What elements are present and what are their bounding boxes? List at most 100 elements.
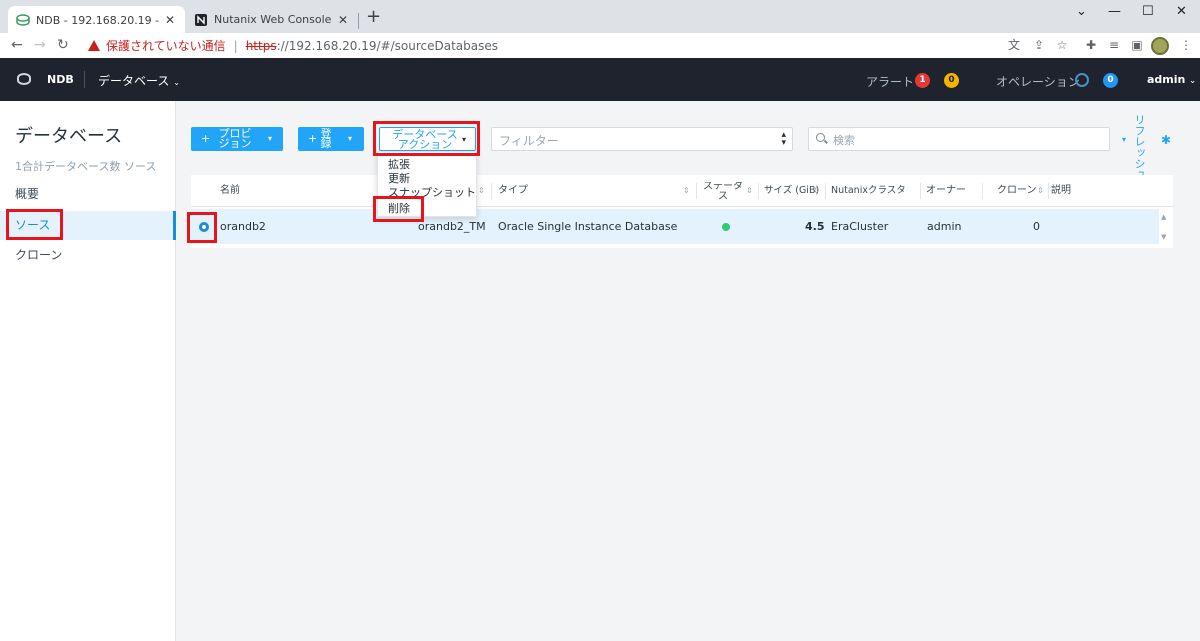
refresh-button[interactable]: リフレッシュ (1125, 114, 1146, 180)
tab-title: NDB - 192.168.20.19 - データベース (36, 13, 163, 27)
sidebar-item-overview[interactable]: 概要 (0, 180, 176, 209)
tab-title: Nutanix Web Console (214, 13, 332, 26)
column-header-type[interactable]: タイプ (498, 175, 528, 207)
annotation-delete (373, 196, 424, 222)
close-tab-icon[interactable]: ✕ (163, 13, 177, 27)
cell-name[interactable]: orandb2 (220, 209, 266, 244)
alerts-warning-badge[interactable]: 0 (944, 73, 959, 88)
left-sidebar: データベース 1合計データベース数 ソース 概要 ソース クローン (0, 101, 176, 641)
sort-icon: ⇕ (1037, 186, 1044, 195)
nutanix-favicon-icon (195, 13, 207, 26)
filter-placeholder: フィルター (499, 134, 559, 148)
search-input[interactable]: 検索 (808, 127, 1110, 151)
close-tab-icon[interactable]: ✕ (336, 13, 350, 27)
search-placeholder: 検索 (833, 134, 855, 147)
cell-type: Oracle Single Instance Database (498, 220, 678, 233)
translate-icon[interactable]: 文 (1006, 37, 1022, 53)
profile-avatar[interactable] (1151, 37, 1169, 55)
column-divider (1048, 183, 1049, 199)
browser-menu-icon[interactable]: ⋮ (1178, 37, 1194, 53)
column-header-size[interactable]: サイズ (GiB) (764, 175, 819, 207)
column-label: サイズ (GiB) (764, 185, 820, 196)
provision-button[interactable]: + プロビジョン ▾ (191, 127, 283, 151)
column-divider (825, 183, 826, 199)
column-label: タイプ (498, 185, 528, 196)
database-menu[interactable]: データベース ⌄ (98, 72, 180, 89)
operations-badge[interactable]: 0 (1103, 73, 1118, 88)
table-row[interactable]: orandb2 orandb2_TM Oracle Single Instanc… (191, 209, 1159, 244)
ndb-logo-icon (17, 73, 31, 85)
caret-down-icon: ▾ (268, 134, 273, 143)
filter-select[interactable]: フィルター ▴ ▾ (491, 127, 793, 151)
column-header-name[interactable]: 名前 (220, 175, 240, 207)
side-panel-icon[interactable]: ▣ (1129, 37, 1145, 53)
menu-item-extend[interactable]: 拡張 (388, 158, 410, 171)
reading-list-icon[interactable]: ≡ (1106, 37, 1122, 53)
column-header-cluster[interactable]: Nutanixクラスタ (831, 175, 906, 207)
sidebar-item-clones[interactable]: クローン (0, 241, 176, 270)
column-divider (982, 183, 983, 199)
warning-icon (88, 40, 100, 51)
browser-tab-nutanix[interactable]: Nutanix Web Console ✕ (186, 6, 358, 33)
database-count: 1合計データベース数 ソース (15, 160, 157, 173)
address-bar[interactable]: 保護されていない通信 | https://192.168.20.19/#/sou… (80, 34, 1000, 57)
column-label: オーナー (926, 185, 966, 196)
plus-icon: + (201, 132, 211, 145)
close-window-icon[interactable]: ✕ (1176, 4, 1187, 19)
sort-icon: ⇕ (478, 186, 485, 195)
tab-divider (358, 13, 359, 29)
column-divider (920, 183, 921, 199)
scroll-up-icon[interactable]: ▲ (1161, 213, 1166, 221)
cell-clones: 0 (1033, 220, 1040, 233)
databases-table: 名前 ⇕ タイプ ⇕ ステータス ⇕ サイズ (GiB) ⇕ Nutanixクラ… (191, 175, 1173, 248)
column-divider (696, 183, 697, 199)
browser-tab-ndb[interactable]: NDB - 192.168.20.19 - データベース ✕ (8, 6, 185, 33)
column-label: クローン (997, 185, 1037, 196)
column-divider (491, 183, 492, 199)
column-header-clones[interactable]: クローン (997, 175, 1037, 207)
select-arrows-icon: ▴ ▾ (781, 130, 786, 148)
gear-icon[interactable]: ✱ (1161, 133, 1171, 147)
app-header: NDB データベース ⌄ アラート 1 0 オペレーション 0 admin ⌄ (0, 58, 1200, 101)
browser-tab-strip: NDB - 192.168.20.19 - データベース ✕ Nutanix W… (0, 0, 1200, 33)
alerts-label[interactable]: アラート (866, 73, 914, 90)
sort-icon: ⇕ (746, 186, 753, 195)
cell-cluster: EraCluster (831, 220, 889, 233)
forward-icon[interactable]: → (34, 37, 46, 53)
share-icon[interactable]: ⇪ (1031, 37, 1047, 53)
maximize-icon[interactable]: ☐ (1142, 4, 1154, 19)
menu-item-update[interactable]: 更新 (388, 172, 410, 185)
cell-size: 4.5 (805, 220, 825, 233)
new-tab-icon[interactable]: + (366, 8, 381, 26)
scroll-down-icon[interactable]: ▼ (1161, 233, 1166, 241)
column-header-description[interactable]: 説明 (1051, 175, 1071, 207)
annotation-db-actions (373, 121, 480, 156)
operations-progress-icon (1075, 73, 1089, 87)
status-online-indicator (722, 223, 730, 231)
annotation-sources (6, 209, 63, 240)
reload-icon[interactable]: ↻ (57, 37, 69, 53)
back-icon[interactable]: ← (11, 37, 23, 53)
sidebar-title: データベース (15, 126, 123, 147)
table-header: 名前 ⇕ タイプ ⇕ ステータス ⇕ サイズ (GiB) ⇕ Nutanixクラ… (191, 175, 1173, 207)
annotation-row-select (187, 212, 217, 243)
main-content: + プロビジョン ▾ + 登録 ▾ データベースアクション ▾ フィルター ▴ ▾… (176, 101, 1200, 641)
minimize-icon[interactable]: — (1108, 4, 1121, 19)
search-icon (816, 133, 825, 142)
url-path: ://192.168.20.19/#/sourceDatabases (276, 38, 499, 53)
column-label: Nutanixクラスタ (831, 185, 906, 196)
column-header-owner[interactable]: オーナー (926, 175, 966, 207)
brand-name: NDB (47, 73, 74, 86)
column-header-status[interactable]: ステータス (703, 182, 743, 202)
header-divider (84, 71, 85, 88)
provision-label: プロビジョン (218, 127, 252, 150)
column-label: ステータス (703, 182, 743, 202)
operations-label[interactable]: オペレーション (996, 73, 1080, 90)
alerts-critical-badge[interactable]: 1 (915, 73, 930, 88)
column-label: 説明 (1051, 185, 1071, 196)
user-menu[interactable]: admin ⌄ (1147, 73, 1196, 86)
extensions-icon[interactable]: ✚ (1083, 37, 1099, 53)
register-button[interactable]: + 登録 ▾ (298, 127, 364, 151)
tab-search-chevron-icon[interactable]: ⌄ (1076, 4, 1087, 19)
bookmark-star-icon[interactable]: ☆ (1054, 37, 1070, 53)
